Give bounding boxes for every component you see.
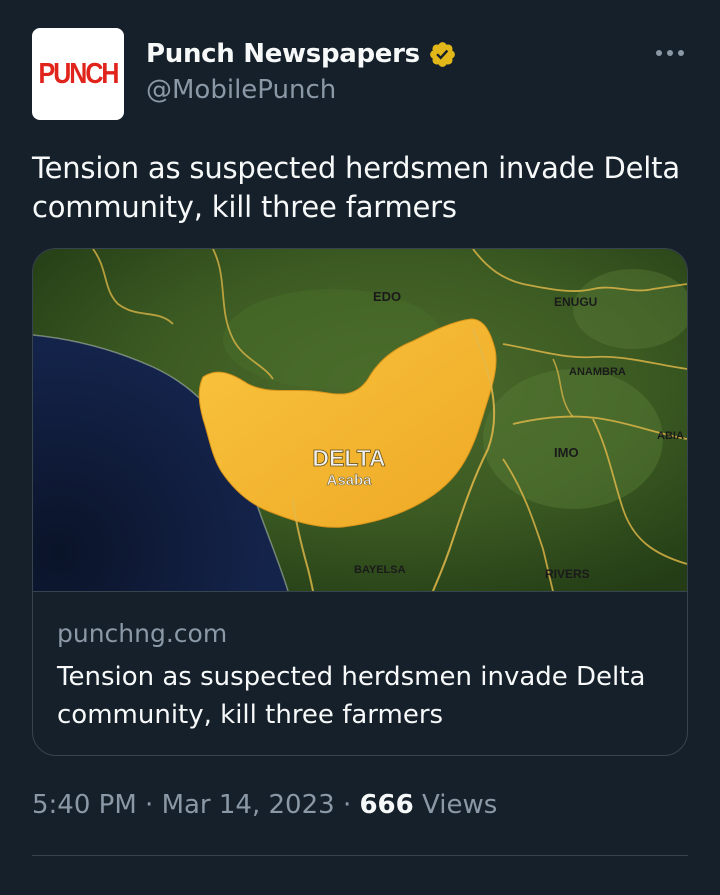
map-label-abia: ABIA xyxy=(657,430,684,442)
map-label-rivers: RIVERS xyxy=(545,567,590,581)
more-horizontal-icon xyxy=(656,50,662,56)
author-name-row: Punch Newspapers xyxy=(146,36,457,72)
link-card[interactable]: EDO ENUGU ANAMBRA ABIA IMO DELTA Asaba B… xyxy=(32,248,688,756)
meta-separator-2: · xyxy=(342,790,352,820)
map-label-edo: EDO xyxy=(373,289,401,304)
nigeria-map-illustration: EDO ENUGU ANAMBRA ABIA IMO DELTA Asaba B… xyxy=(33,249,687,591)
map-label-anambra: ANAMBRA xyxy=(569,366,626,378)
display-name[interactable]: Punch Newspapers xyxy=(146,39,420,69)
more-options-button[interactable] xyxy=(648,38,692,68)
map-label-imo: IMO xyxy=(554,445,579,460)
avatar-logo-text: PUNCH xyxy=(38,57,120,90)
verified-badge-icon[interactable] xyxy=(428,40,457,69)
tweet: PUNCH Punch Newspapers @MobilePunch Tens… xyxy=(0,0,720,895)
tweet-text: Tension as suspected herdsmen invade Del… xyxy=(32,151,680,224)
author-handle[interactable]: @MobilePunch xyxy=(146,75,336,105)
map-label-asaba: Asaba xyxy=(326,472,372,489)
more-horizontal-icon-dot xyxy=(678,50,684,56)
meta-separator: · xyxy=(145,790,154,820)
map-label-enugu: ENUGU xyxy=(554,295,597,309)
views-count: 666 xyxy=(359,790,414,820)
tweet-date[interactable]: Mar 14, 2023 xyxy=(162,790,335,820)
map-label-delta: DELTA xyxy=(312,445,385,471)
divider xyxy=(32,855,688,856)
card-title: Tension as suspected herdsmen invade Del… xyxy=(57,662,646,730)
views-label: Views xyxy=(422,790,498,820)
tweet-meta: 5:40 PM · Mar 14, 2023 · 666 Views xyxy=(32,790,497,820)
map-label-bayelsa: BAYELSA xyxy=(354,564,406,576)
more-horizontal-icon-dot xyxy=(667,50,673,56)
card-map-image[interactable]: EDO ENUGU ANAMBRA ABIA IMO DELTA Asaba B… xyxy=(33,249,687,592)
tweet-time[interactable]: 5:40 PM xyxy=(32,790,137,820)
card-domain: punchng.com xyxy=(57,619,228,648)
avatar[interactable]: PUNCH xyxy=(32,28,124,120)
